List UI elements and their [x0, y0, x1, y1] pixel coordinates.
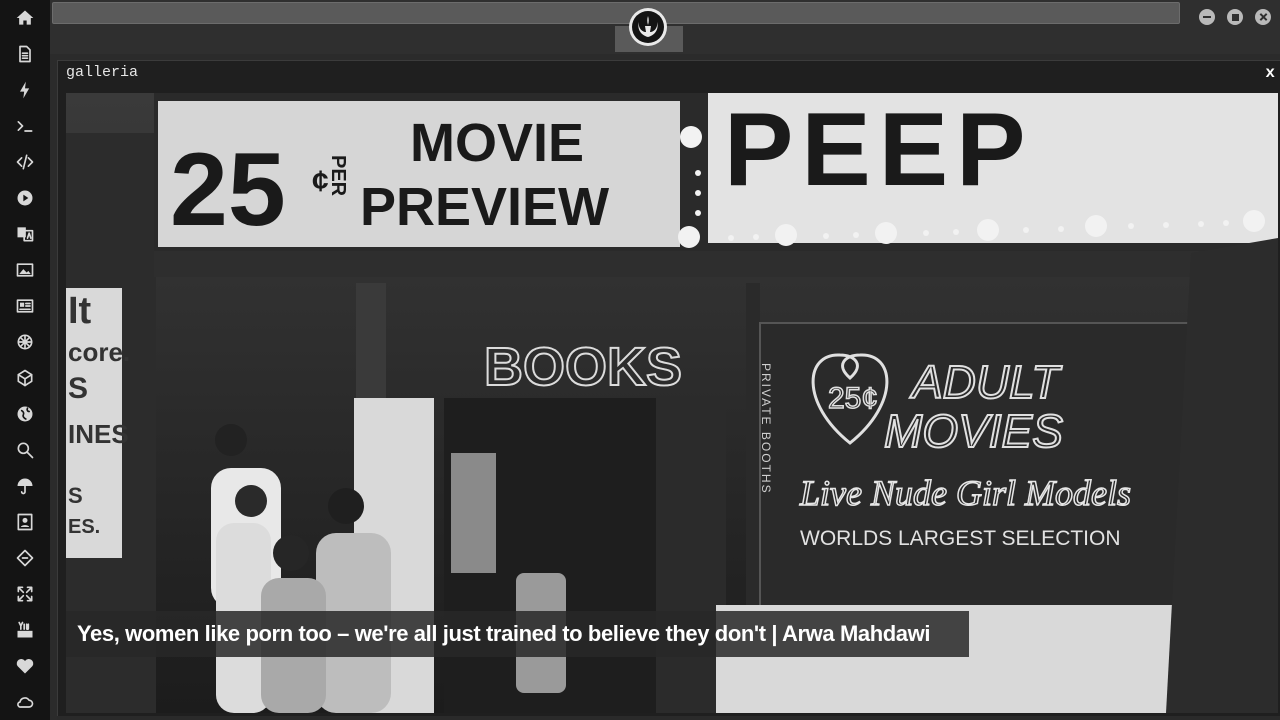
caption-text: Yes, women like porn too – we're all jus… [77, 621, 931, 646]
close-icon[interactable]: x [1265, 64, 1275, 82]
home-icon[interactable] [13, 6, 37, 30]
neon-selection: WORLDS LARGEST SELECTION [800, 527, 1121, 550]
window-bottom-border [57, 716, 1280, 720]
neon-price: 25¢ [828, 382, 878, 415]
youtube-icon[interactable] [13, 618, 37, 642]
sign-preview: PREVIEW [360, 177, 609, 237]
news-icon[interactable] [13, 294, 37, 318]
svg-text:It: It [68, 290, 92, 332]
fullscreen-icon[interactable] [13, 582, 37, 606]
terminal-icon[interactable] [13, 114, 37, 138]
top-bar [50, 0, 1280, 54]
neon-adult: ADULT [909, 356, 1062, 408]
address-bar[interactable] [52, 2, 1180, 24]
private-booths: PRIVATE BOOTHS [759, 363, 773, 495]
svg-text:S: S [68, 483, 83, 508]
rebel-alliance-logo-icon[interactable] [629, 8, 667, 46]
svg-text:core.: core. [68, 337, 130, 367]
maximize-button[interactable] [1227, 9, 1243, 25]
contact-card-icon[interactable] [13, 510, 37, 534]
sign-per: PER [327, 155, 349, 197]
window-title: galleria [66, 64, 139, 81]
umbrella-icon[interactable] [13, 474, 37, 498]
tag-icon[interactable] [13, 546, 37, 570]
settings-icon[interactable] [13, 330, 37, 354]
code-icon[interactable] [13, 150, 37, 174]
neon-movies: MOVIES [884, 405, 1063, 457]
close-window-button[interactable] [1255, 9, 1271, 25]
cube-icon[interactable] [13, 366, 37, 390]
translate-icon[interactable] [13, 222, 37, 246]
image-caption: Yes, women like porn too – we're all jus… [66, 611, 969, 657]
minimize-button[interactable] [1199, 9, 1215, 25]
image-icon[interactable] [13, 258, 37, 282]
search-icon[interactable] [13, 438, 37, 462]
bolt-icon[interactable] [13, 78, 37, 102]
cloud-icon[interactable] [13, 690, 37, 714]
document-icon[interactable] [13, 42, 37, 66]
play-icon[interactable] [13, 186, 37, 210]
svg-text:INES: INES [68, 419, 129, 449]
heart-icon[interactable] [13, 654, 37, 678]
svg-text:ES.: ES. [68, 516, 100, 538]
neon-live: Live Nude Girl Models [799, 473, 1131, 513]
neon-books: BOOKS [484, 337, 682, 397]
svg-text:S: S [68, 372, 88, 405]
sign-peep: PEEP [724, 93, 1033, 208]
sign-price: 25 [170, 132, 286, 248]
sign-movie: MOVIE [410, 113, 584, 173]
globe-icon[interactable] [13, 402, 37, 426]
sidebar [0, 0, 50, 720]
